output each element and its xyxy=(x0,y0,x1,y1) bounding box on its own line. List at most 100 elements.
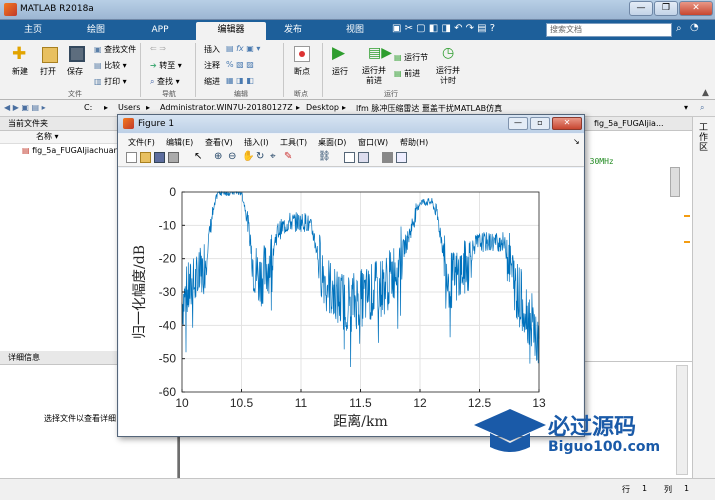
window-title: MATLAB R2018a xyxy=(20,4,94,14)
find-button[interactable]: ⌕ 查找 ▾ xyxy=(150,76,180,87)
tab-apps[interactable]: APP xyxy=(134,22,186,40)
figure-toolbar: ↖ ⊕ ⊖ ✋ ↻ ⌖ ✎ ⛓ xyxy=(118,149,584,167)
print-figure-icon[interactable] xyxy=(168,152,179,163)
x-tick-label: 12 xyxy=(413,396,427,410)
menu-tools[interactable]: 工具(T) xyxy=(280,137,307,148)
breakpoints-icon xyxy=(294,46,310,62)
figure-titlebar[interactable]: Figure 1 — ▫ ✕ xyxy=(118,115,584,133)
open-file-icon[interactable] xyxy=(140,152,151,163)
close-button[interactable]: ✕ xyxy=(679,1,713,16)
pointer-icon[interactable]: ↖ xyxy=(194,152,205,163)
collapse-ribbon-icon[interactable]: ▲ xyxy=(702,88,709,98)
back-forward-icons[interactable]: ◀ ▶ ▣ ▤ ▸ xyxy=(4,103,46,112)
advance-button[interactable]: ▤ 前进 xyxy=(394,68,420,79)
warning-marker[interactable] xyxy=(684,215,690,217)
layout-icons[interactable]: ▣ ✂ ▢ ◧ ◨ ↶ ↷ ▤ ? xyxy=(392,23,495,34)
show-plot-tools-icon[interactable] xyxy=(396,152,407,163)
menu-help[interactable]: 帮助(H) xyxy=(400,137,428,148)
data-cursor-icon[interactable]: ⌖ xyxy=(270,152,281,163)
link-icon[interactable]: ⛓ xyxy=(318,152,331,163)
compare-button[interactable]: ▤ 比较 ▾ xyxy=(94,60,127,71)
rotate-icon[interactable]: ↻ xyxy=(256,152,267,163)
menu-view[interactable]: 查看(V) xyxy=(205,137,233,148)
mfile-icon: ▤ xyxy=(22,146,30,155)
tab-publish[interactable]: 发布 xyxy=(268,22,318,40)
address-project[interactable]: lfm 脉冲压缩雷达 噩盖干扰MATLAB仿真 xyxy=(356,103,502,114)
run-section-button[interactable]: ▤ 运行节 xyxy=(394,52,428,63)
run-and-time-button[interactable]: 运行并 计时 xyxy=(436,66,460,86)
y-tick-label: -60 xyxy=(159,385,177,399)
menu-file[interactable]: 文件(F) xyxy=(128,137,155,148)
matlab-logo-icon xyxy=(4,3,17,16)
address-sep: ▸ xyxy=(146,103,151,112)
figure-title: Figure 1 xyxy=(138,119,175,129)
insert-button[interactable]: 插入 xyxy=(204,44,220,55)
comment-button[interactable]: 注释 xyxy=(204,60,220,71)
save-figure-icon[interactable] xyxy=(154,152,165,163)
search-icon[interactable]: ⌕ xyxy=(676,23,682,34)
indent-tools-icons[interactable]: ▦ ◨ ◧ xyxy=(226,76,254,85)
figure-minimize-button[interactable]: — xyxy=(508,117,528,130)
compare-label: 比较 xyxy=(104,61,121,70)
legend-icon[interactable] xyxy=(358,152,369,163)
address-desktop[interactable]: Desktop xyxy=(306,103,339,112)
file-name: fig_5a_FUGAIjiachuan xyxy=(32,146,119,155)
tab-editor[interactable]: 编辑器 xyxy=(196,22,266,40)
new-figure-icon[interactable] xyxy=(126,152,137,163)
divider xyxy=(283,43,284,97)
address-sep: ▸ xyxy=(104,103,109,112)
goto-button[interactable]: ➔ 转至 ▾ xyxy=(150,60,182,71)
brush-icon[interactable]: ✎ xyxy=(284,152,295,163)
toolstrip-tabs: 主页 绘图 APP 编辑器 发布 视图 ▣ ✂ ▢ ◧ ◨ ↶ ↷ ▤ ? 搜索… xyxy=(0,20,715,40)
col-label: 列 xyxy=(664,485,672,494)
address-admin[interactable]: Administrator.WIN7U-20180127Z xyxy=(160,103,293,112)
breakpoints-button[interactable]: 断点 xyxy=(294,66,310,77)
address-search-icon[interactable]: ⌕ xyxy=(700,103,704,113)
zoom-out-icon[interactable]: ⊖ xyxy=(228,152,239,163)
minimize-button[interactable]: — xyxy=(629,1,653,16)
open-button[interactable]: 打开 xyxy=(40,66,56,77)
y-tick-label: -40 xyxy=(159,318,177,332)
insert-tools-icons[interactable]: ▤ fx ▣ ▾ xyxy=(226,44,260,53)
pan-icon[interactable]: ✋ xyxy=(242,152,254,163)
warning-marker[interactable] xyxy=(684,241,690,243)
workspace-label[interactable]: 工作区 xyxy=(699,123,709,153)
tab-view[interactable]: 视图 xyxy=(330,22,380,40)
print-button[interactable]: ▥ 打印 ▾ xyxy=(94,76,127,87)
menu-desktop[interactable]: 桌面(D) xyxy=(318,137,346,148)
run-advance-icon: ▤▶ xyxy=(368,45,392,61)
new-button[interactable]: 新建 xyxy=(12,66,28,77)
find-label: 查找 xyxy=(157,77,174,86)
menu-edit[interactable]: 编辑(E) xyxy=(166,137,193,148)
address-users[interactable]: Users xyxy=(118,103,140,112)
run-and-advance-button[interactable]: 运行并 前进 xyxy=(362,66,386,86)
maximize-button[interactable]: ❐ xyxy=(654,1,678,16)
run-section-group-label: 运行 xyxy=(384,90,398,98)
comment-tools-icons[interactable]: % ▧ ▨ xyxy=(226,60,254,69)
zoom-in-icon[interactable]: ⊕ xyxy=(214,152,225,163)
editor-scrollbar[interactable] xyxy=(670,167,680,197)
file-list-item[interactable]: ▤ fig_5a_FUGAIjiachuan xyxy=(22,146,119,155)
address-dropdown-icon[interactable]: ▾ xyxy=(684,103,688,112)
colorbar-icon[interactable] xyxy=(344,152,355,163)
search-documentation-input[interactable]: 搜索文档 xyxy=(546,23,672,37)
editor-code-line: n 30MHz xyxy=(580,157,614,166)
tab-home[interactable]: 主页 xyxy=(8,22,58,40)
watermark-brand: 必过源码 xyxy=(548,414,637,440)
menubar-dock-icon[interactable]: ↘ xyxy=(573,137,580,146)
menu-insert[interactable]: 插入(I) xyxy=(244,137,269,148)
notification-icon[interactable]: ◔ xyxy=(690,22,699,33)
figure-menubar: 文件(F) 编辑(E) 查看(V) 插入(I) 工具(T) 桌面(D) 窗口(W… xyxy=(118,134,584,149)
tab-plots[interactable]: 绘图 xyxy=(68,22,124,40)
figure-maximize-button[interactable]: ▫ xyxy=(530,117,550,130)
save-button[interactable]: 保存 xyxy=(67,66,83,77)
address-drive[interactable]: C: xyxy=(84,103,92,112)
run-and-time-icon: ◷ xyxy=(442,45,455,61)
find-files-button[interactable]: ▣ 查找文件 xyxy=(94,44,136,55)
menu-window[interactable]: 窗口(W) xyxy=(358,137,388,148)
run-button[interactable]: 运行 xyxy=(332,66,348,77)
hide-plot-tools-icon[interactable] xyxy=(382,152,393,163)
indent-button[interactable]: 缩进 xyxy=(204,76,220,87)
figure-close-button[interactable]: ✕ xyxy=(552,117,582,130)
x-tick-label: 11.5 xyxy=(349,396,372,410)
